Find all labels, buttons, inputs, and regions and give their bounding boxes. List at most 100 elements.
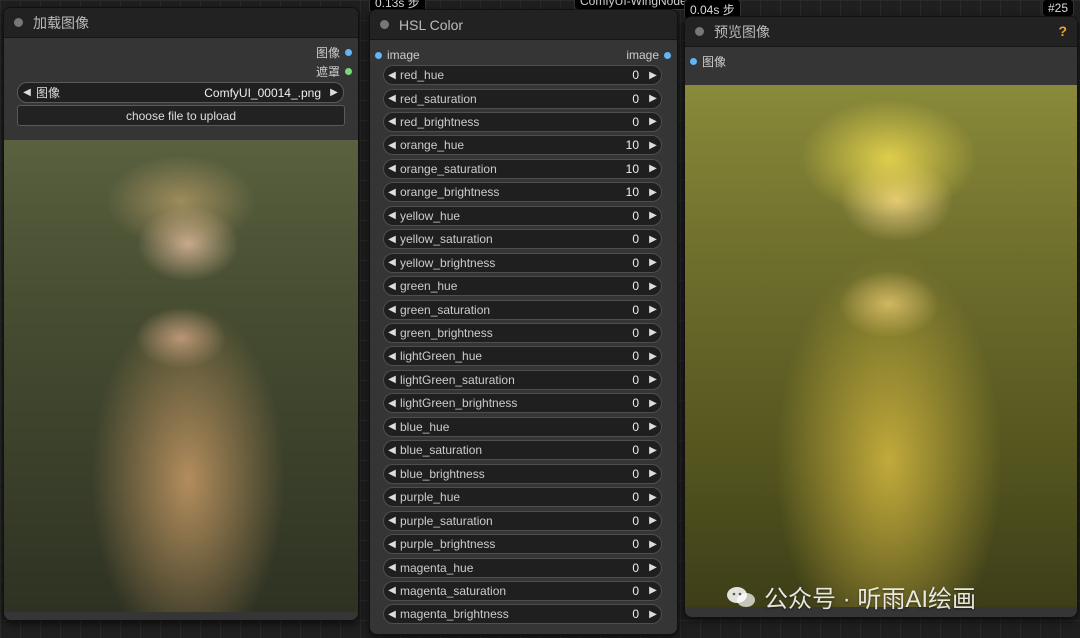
decrement-arrow-icon[interactable]: ◀ bbox=[384, 374, 400, 385]
combo-label: 图像 bbox=[36, 86, 61, 100]
hsl-slider-orange_saturation[interactable]: ◀ orange_saturation 10 ▶ bbox=[383, 158, 662, 179]
increment-arrow-icon[interactable]: ▶ bbox=[645, 187, 661, 198]
hsl-slider-orange_brightness[interactable]: ◀ orange_brightness 10 ▶ bbox=[383, 182, 662, 203]
slider-value: 0 bbox=[632, 537, 639, 551]
decrement-arrow-icon[interactable]: ◀ bbox=[384, 515, 400, 526]
node-title-bar[interactable]: 预览图像 bbox=[685, 17, 1077, 47]
input-socket-image[interactable] bbox=[375, 51, 382, 59]
hsl-slider-lightGreen_brightness[interactable]: ◀ lightGreen_brightness 0 ▶ bbox=[383, 393, 662, 414]
decrement-arrow-icon[interactable]: ◀ bbox=[384, 257, 400, 268]
hsl-slider-magenta_brightness[interactable]: ◀ magenta_brightness 0 ▶ bbox=[383, 604, 662, 625]
collapse-dot-icon[interactable] bbox=[380, 20, 389, 29]
input-socket-image[interactable] bbox=[690, 58, 697, 65]
decrement-arrow-icon[interactable]: ◀ bbox=[384, 234, 400, 245]
hsl-slider-orange_hue[interactable]: ◀ orange_hue 10 ▶ bbox=[383, 135, 662, 156]
increment-arrow-icon[interactable]: ▶ bbox=[645, 116, 661, 127]
decrement-arrow-icon[interactable]: ◀ bbox=[384, 70, 400, 81]
decrement-arrow-icon[interactable]: ◀ bbox=[384, 140, 400, 151]
increment-arrow-icon[interactable]: ▶ bbox=[645, 281, 661, 292]
hsl-slider-yellow_hue[interactable]: ◀ yellow_hue 0 ▶ bbox=[383, 205, 662, 226]
hsl-slider-purple_saturation[interactable]: ◀ purple_saturation 0 ▶ bbox=[383, 510, 662, 531]
hsl-slider-yellow_saturation[interactable]: ◀ yellow_saturation 0 ▶ bbox=[383, 229, 662, 250]
output-image-row: image bbox=[626, 48, 671, 62]
slider-value: 0 bbox=[632, 255, 639, 270]
decrement-arrow-icon[interactable]: ◀ bbox=[384, 210, 400, 221]
hsl-slider-blue_brightness[interactable]: ◀ blue_brightness 0 ▶ bbox=[383, 463, 662, 484]
node-title-bar[interactable]: 加载图像 bbox=[4, 8, 358, 38]
increment-arrow-icon[interactable]: ▶ bbox=[645, 93, 661, 104]
hsl-slider-red_hue[interactable]: ◀ red_hue 0 ▶ bbox=[383, 65, 662, 85]
decrement-arrow-icon[interactable]: ◀ bbox=[384, 445, 400, 456]
increment-arrow-icon[interactable]: ▶ bbox=[645, 539, 661, 550]
decrement-arrow-icon[interactable]: ◀ bbox=[384, 421, 400, 432]
hsl-slider-lightGreen_saturation[interactable]: ◀ lightGreen_saturation 0 ▶ bbox=[383, 369, 662, 390]
preview-image-node[interactable]: 预览图像 ? 图像 bbox=[684, 16, 1078, 618]
hsl-slider-green_brightness[interactable]: ◀ green_brightness 0 ▶ bbox=[383, 322, 662, 343]
increment-arrow-icon[interactable]: ▶ bbox=[645, 304, 661, 315]
hsl-slider-magenta_saturation[interactable]: ◀ magenta_saturation 0 ▶ bbox=[383, 580, 662, 601]
increment-arrow-icon[interactable]: ▶ bbox=[645, 445, 661, 456]
hsl-slider-blue_hue[interactable]: ◀ blue_hue 0 ▶ bbox=[383, 416, 662, 437]
increment-arrow-icon[interactable]: ▶ bbox=[645, 210, 661, 221]
hsl-slider-magenta_hue[interactable]: ◀ magenta_hue 0 ▶ bbox=[383, 557, 662, 578]
combo-next-arrow-icon[interactable]: ▶ bbox=[325, 87, 343, 98]
decrement-arrow-icon[interactable]: ◀ bbox=[384, 281, 400, 292]
increment-arrow-icon[interactable]: ▶ bbox=[645, 70, 661, 81]
output-socket-image[interactable] bbox=[664, 51, 671, 59]
increment-arrow-icon[interactable]: ▶ bbox=[645, 468, 661, 479]
decrement-arrow-icon[interactable]: ◀ bbox=[384, 304, 400, 315]
hsl-color-node[interactable]: HSL Color image image ◀ red_hue 0 ▶ ◀ red_sat… bbox=[369, 9, 678, 635]
increment-arrow-icon[interactable]: ▶ bbox=[645, 327, 661, 338]
decrement-arrow-icon[interactable]: ◀ bbox=[384, 351, 400, 362]
increment-arrow-icon[interactable]: ▶ bbox=[645, 163, 661, 174]
increment-arrow-icon[interactable]: ▶ bbox=[645, 374, 661, 385]
increment-arrow-icon[interactable]: ▶ bbox=[645, 562, 661, 573]
collapse-dot-icon[interactable] bbox=[695, 27, 704, 36]
slider-label: orange_saturation bbox=[400, 161, 497, 176]
hsl-slider-red_brightness[interactable]: ◀ red_brightness 0 ▶ bbox=[383, 111, 662, 132]
increment-arrow-icon[interactable]: ▶ bbox=[645, 398, 661, 409]
decrement-arrow-icon[interactable]: ◀ bbox=[384, 468, 400, 479]
increment-arrow-icon[interactable]: ▶ bbox=[645, 234, 661, 245]
node-title-bar[interactable]: HSL Color bbox=[370, 10, 677, 40]
increment-arrow-icon[interactable]: ▶ bbox=[645, 492, 661, 503]
decrement-arrow-icon[interactable]: ◀ bbox=[384, 93, 400, 104]
slider-label: purple_brightness bbox=[400, 537, 496, 551]
collapse-dot-icon[interactable] bbox=[14, 18, 23, 27]
hsl-slider-purple_hue[interactable]: ◀ purple_hue 0 ▶ bbox=[383, 487, 662, 508]
increment-arrow-icon[interactable]: ▶ bbox=[645, 257, 661, 268]
decrement-arrow-icon[interactable]: ◀ bbox=[384, 609, 400, 620]
slider-label: yellow_brightness bbox=[400, 255, 496, 270]
slider-value: 0 bbox=[632, 466, 639, 481]
increment-arrow-icon[interactable]: ▶ bbox=[645, 609, 661, 620]
upload-button[interactable]: choose file to upload bbox=[17, 105, 345, 126]
slider-value: 0 bbox=[632, 607, 639, 622]
hsl-slider-green_saturation[interactable]: ◀ green_saturation 0 ▶ bbox=[383, 299, 662, 320]
image-file-combo[interactable]: ◀ 图像 ComfyUI_00014_.png ▶ bbox=[17, 82, 344, 103]
output-socket-mask[interactable] bbox=[345, 68, 352, 75]
hsl-slider-green_hue[interactable]: ◀ green_hue 0 ▶ bbox=[383, 276, 662, 296]
hsl-slider-red_saturation[interactable]: ◀ red_saturation 0 ▶ bbox=[383, 88, 662, 109]
decrement-arrow-icon[interactable]: ◀ bbox=[384, 327, 400, 338]
decrement-arrow-icon[interactable]: ◀ bbox=[384, 116, 400, 127]
increment-arrow-icon[interactable]: ▶ bbox=[645, 515, 661, 526]
decrement-arrow-icon[interactable]: ◀ bbox=[384, 163, 400, 174]
load-image-node[interactable]: 加载图像 图像 遮罩 ◀ 图像 ComfyUI_00014_.png ▶ cho… bbox=[3, 7, 359, 621]
decrement-arrow-icon[interactable]: ◀ bbox=[384, 398, 400, 409]
increment-arrow-icon[interactable]: ▶ bbox=[645, 140, 661, 151]
combo-prev-arrow-icon[interactable]: ◀ bbox=[18, 87, 36, 98]
decrement-arrow-icon[interactable]: ◀ bbox=[384, 562, 400, 573]
hsl-slider-yellow_brightness[interactable]: ◀ yellow_brightness 0 ▶ bbox=[383, 252, 662, 273]
output-socket-image[interactable] bbox=[345, 49, 352, 56]
increment-arrow-icon[interactable]: ▶ bbox=[645, 585, 661, 596]
hsl-slider-lightGreen_hue[interactable]: ◀ lightGreen_hue 0 ▶ bbox=[383, 346, 662, 367]
help-icon[interactable]: ? bbox=[1058, 23, 1067, 39]
hsl-slider-blue_saturation[interactable]: ◀ blue_saturation 0 ▶ bbox=[383, 440, 662, 461]
decrement-arrow-icon[interactable]: ◀ bbox=[384, 539, 400, 550]
increment-arrow-icon[interactable]: ▶ bbox=[645, 421, 661, 432]
decrement-arrow-icon[interactable]: ◀ bbox=[384, 187, 400, 198]
hsl-slider-purple_brightness[interactable]: ◀ purple_brightness 0 ▶ bbox=[383, 534, 662, 554]
decrement-arrow-icon[interactable]: ◀ bbox=[384, 585, 400, 596]
decrement-arrow-icon[interactable]: ◀ bbox=[384, 492, 400, 503]
increment-arrow-icon[interactable]: ▶ bbox=[645, 351, 661, 362]
